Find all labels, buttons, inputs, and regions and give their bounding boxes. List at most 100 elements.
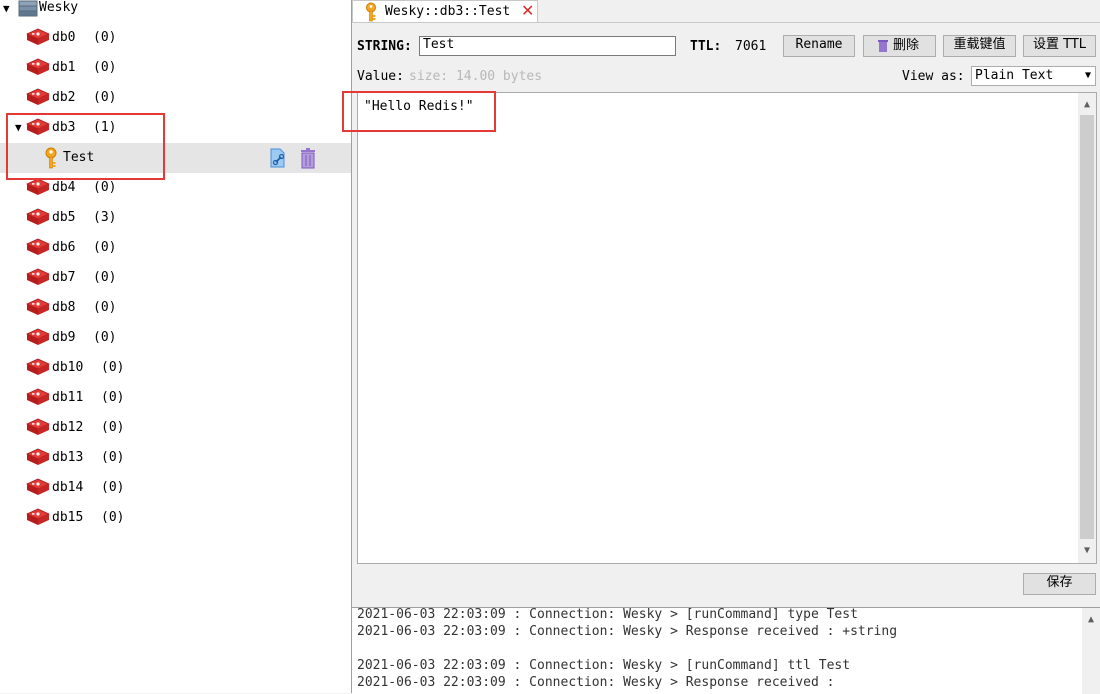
reload-value-button[interactable]: 重载键值 (943, 35, 1016, 57)
connection-name: Wesky (39, 0, 79, 15)
redis-db-icon (26, 418, 50, 435)
db-row-db13[interactable]: db13 (0) (0, 443, 351, 473)
redis-db-icon (26, 508, 50, 525)
tab-key[interactable]: Wesky::db3::Test ✕ (352, 0, 538, 22)
db-row-db4[interactable]: db4 (0) (0, 173, 351, 203)
db-name: db6 (52, 240, 76, 255)
db-key-count: (0) (93, 30, 117, 45)
ttl-label: TTL: (690, 39, 722, 54)
value-editor[interactable]: "Hello Redis!" ▲ ▼ (357, 92, 1097, 564)
db-row-db10[interactable]: db10 (0) (0, 353, 351, 383)
view-as-value: Plain Text (975, 68, 1054, 83)
view-as-label: View as: (902, 69, 965, 84)
db-row-db11[interactable]: db11 (0) (0, 383, 351, 413)
chevron-down-icon: ▼ (1084, 70, 1091, 81)
db-key-count: (0) (101, 480, 125, 495)
redis-db-icon (26, 448, 50, 465)
ttl-value: 7061 (735, 39, 767, 54)
redis-db-icon (26, 178, 50, 195)
server-icon (18, 0, 38, 17)
connection-tree: ▼ Wesky db0 (0) db1 (0) db2 (0) ▼ db3 (1) db4 (0) d… (0, 0, 352, 693)
db-name: db3 (52, 120, 76, 135)
rename-button[interactable]: Rename (783, 35, 855, 57)
db-name: db8 (52, 300, 76, 315)
expand-arrow-icon[interactable]: ▼ (3, 2, 10, 16)
db-row-db2[interactable]: db2 (0) (0, 83, 351, 113)
db-name: db14 (52, 480, 84, 495)
delete-button[interactable]: 删除 (863, 35, 936, 57)
db-key-count: (0) (101, 360, 125, 375)
db-key-count: (0) (101, 510, 125, 525)
delete-button-label: 删除 (893, 38, 920, 53)
set-ttl-button[interactable]: 设置 TTL (1023, 35, 1096, 57)
db-key-count: (0) (93, 330, 117, 345)
db-key-count: (0) (93, 270, 117, 285)
value-label: Value: (357, 69, 404, 84)
trash-icon[interactable] (298, 147, 318, 169)
db-row-db15[interactable]: db15 (0) (0, 503, 351, 533)
key-icon (366, 2, 376, 22)
tab-divider (352, 22, 1100, 23)
expand-arrow-icon[interactable]: ▼ (15, 121, 22, 135)
db-row-db9[interactable]: db9 (0) (0, 323, 351, 353)
redis-db-icon (26, 268, 50, 285)
db-name: db12 (52, 420, 84, 435)
key-name-label: Test (63, 150, 95, 165)
log-line: 2021-06-03 22:03:09 : Connection: Wesky … (357, 658, 851, 673)
redis-db-icon (26, 118, 50, 135)
db-key-count: (0) (93, 300, 117, 315)
db-row-db6[interactable]: db6 (0) (0, 233, 351, 263)
db-name: db15 (52, 510, 84, 525)
db-row-db7[interactable]: db7 (0) (0, 263, 351, 293)
save-button[interactable]: 保存 (1023, 573, 1096, 595)
db-name: db1 (52, 60, 76, 75)
log-scrollbar[interactable]: ▲ (1082, 608, 1100, 694)
db-key-count: (0) (93, 90, 117, 105)
redis-db-icon (26, 238, 50, 255)
db-key-count: (0) (101, 420, 125, 435)
db-row-db12[interactable]: db12 (0) (0, 413, 351, 443)
db-row-db3[interactable]: ▼ db3 (1) (0, 113, 351, 143)
db-key-count: (0) (93, 60, 117, 75)
db-name: db13 (52, 450, 84, 465)
key-type-label: STRING: (357, 39, 412, 54)
view-as-select[interactable]: Plain Text ▼ (971, 66, 1096, 86)
db-row-db0[interactable]: db0 (0) (0, 23, 351, 53)
db-key-count: (0) (93, 240, 117, 255)
tab-title: Wesky::db3::Test (385, 4, 511, 19)
copy-link-icon[interactable] (268, 147, 288, 169)
db-row-db14[interactable]: db14 (0) (0, 473, 351, 503)
scroll-down-icon[interactable]: ▼ (1078, 542, 1096, 560)
redis-db-icon (26, 88, 50, 105)
db-key-count: (3) (93, 210, 117, 225)
db-row-db1[interactable]: db1 (0) (0, 53, 351, 83)
value-content[interactable]: "Hello Redis!" (364, 99, 474, 115)
db-key-count: (0) (93, 180, 117, 195)
scroll-thumb[interactable] (1080, 115, 1094, 539)
key-icon (45, 147, 57, 169)
close-tab-icon[interactable]: ✕ (521, 2, 534, 20)
db-key-count: (1) (93, 120, 117, 135)
scroll-up-icon[interactable]: ▲ (1082, 611, 1100, 629)
db-name: db2 (52, 90, 76, 105)
log-line: 2021-06-03 22:03:09 : Connection: Wesky … (357, 624, 898, 639)
db-row-db5[interactable]: db5 (3) (0, 203, 351, 233)
redis-db-icon (26, 328, 50, 345)
db-name: db0 (52, 30, 76, 45)
db-key-count: (0) (101, 390, 125, 405)
key-row-test[interactable]: Test (0, 143, 351, 173)
log-line: 2021-06-03 22:03:09 : Connection: Wesky … (357, 675, 835, 690)
db-name: db9 (52, 330, 76, 345)
scroll-up-icon[interactable]: ▲ (1078, 96, 1096, 114)
redis-db-icon (26, 28, 50, 45)
redis-db-icon (26, 358, 50, 375)
db-name: db5 (52, 210, 76, 225)
key-editor-panel: Wesky::db3::Test ✕ STRING: Test TTL: 706… (342, 0, 1100, 694)
trash-icon (878, 40, 888, 52)
value-scrollbar[interactable]: ▲ ▼ (1078, 93, 1096, 563)
command-log[interactable]: 2021-06-03 22:03:09 : Connection: Wesky … (352, 607, 1100, 694)
db-row-db8[interactable]: db8 (0) (0, 293, 351, 323)
db-name: db7 (52, 270, 76, 285)
key-name-field[interactable]: Test (419, 36, 676, 56)
db-name: db4 (52, 180, 76, 195)
